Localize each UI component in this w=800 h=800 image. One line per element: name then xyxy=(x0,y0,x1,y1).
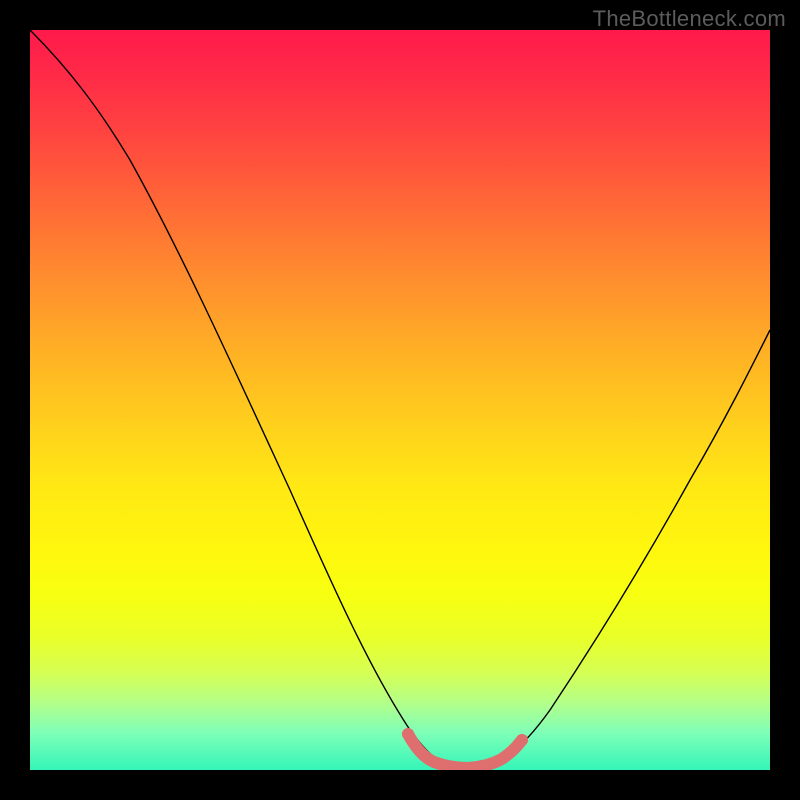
optimal-zone-highlight xyxy=(408,734,522,768)
curve-layer xyxy=(30,30,770,770)
highlight-end-dot-right xyxy=(516,734,528,746)
bottleneck-curve xyxy=(30,30,770,767)
highlight-end-dot-left xyxy=(402,728,414,740)
plot-area xyxy=(30,30,770,770)
chart-frame: TheBottleneck.com xyxy=(0,0,800,800)
watermark-text: TheBottleneck.com xyxy=(593,6,786,32)
